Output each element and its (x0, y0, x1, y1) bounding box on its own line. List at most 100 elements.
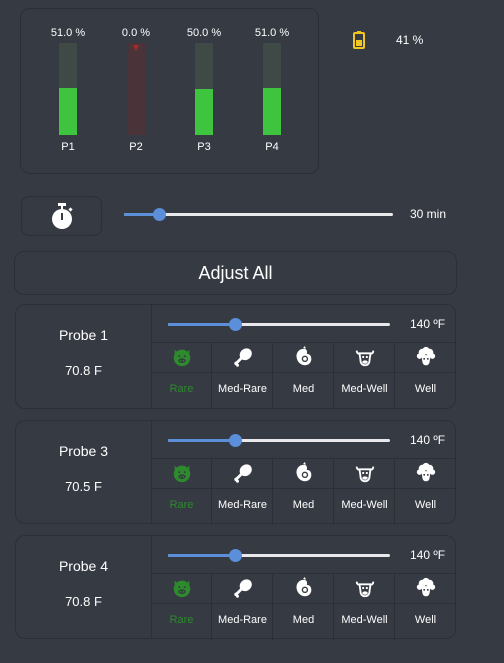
doneness-med-button[interactable]: Med (273, 342, 334, 409)
sheep-icon (395, 462, 456, 486)
probe-bar-track (59, 43, 77, 135)
probe-bar-fill (59, 88, 77, 135)
doneness-rare-button[interactable]: Rare (151, 342, 212, 409)
doneness-label: Med (292, 499, 315, 511)
probe-bar-label: P2 (129, 141, 143, 153)
doneness-label: Med-Well (341, 614, 388, 626)
divider (334, 488, 395, 489)
chicken-icon (273, 577, 334, 601)
doneness-label: Well (414, 499, 437, 511)
divider (151, 488, 212, 489)
doneness-label: Med-Well (341, 383, 388, 395)
chicken-icon (273, 346, 334, 370)
doneness-label: Med (292, 614, 315, 626)
probe-info: Probe 3 70.5 F (16, 421, 152, 523)
drumstick-icon (212, 577, 273, 601)
probe-info: Probe 4 70.8 F (16, 536, 152, 638)
probe-bar-p2: 0.0 % P2 (116, 9, 156, 175)
probe-bar-track (195, 43, 213, 135)
divider (151, 372, 212, 373)
probe-levels-card: 51.0 % P1 0.0 % P2 50.0 % P3 51.0 % P4 (20, 8, 319, 174)
probe-temperature: 70.8 F (65, 594, 102, 609)
divider (334, 372, 395, 373)
doneness-label: Med (292, 383, 315, 395)
doneness-rare-button[interactable]: Rare (151, 458, 212, 525)
probe-target-slider-thumb[interactable] (228, 549, 242, 562)
probe-bar-track (263, 43, 281, 135)
divider (395, 488, 456, 489)
probe-bar-p4: 51.0 % P4 (252, 9, 292, 175)
drumstick-icon (212, 346, 273, 370)
doneness-label: Well (414, 383, 437, 395)
doneness-label: Rare (169, 614, 194, 626)
sheep-icon (395, 346, 456, 370)
timer-button[interactable] (21, 196, 102, 236)
divider (395, 372, 456, 373)
doneness-med-rare-button[interactable]: Med-Rare (212, 458, 273, 525)
doneness-label: Med-Rare (218, 499, 267, 511)
probe-name: Probe 3 (58, 443, 109, 459)
doneness-label: Med-Rare (218, 614, 267, 626)
doneness-med-button[interactable]: Med (273, 573, 334, 640)
doneness-rare-button[interactable]: Rare (151, 573, 212, 640)
timer-value: 30 min (410, 207, 447, 221)
doneness-med-well-button[interactable]: Med-Well (334, 342, 395, 409)
probe-target-slider-thumb[interactable] (228, 318, 242, 331)
chicken-icon (273, 462, 334, 486)
doneness-well-button[interactable]: Well (395, 458, 456, 525)
probe-bar-track (127, 43, 145, 135)
probe-temperature: 70.8 F (65, 363, 102, 378)
probe-info: Probe 1 70.8 F (16, 305, 152, 408)
cow-icon (334, 577, 395, 601)
probe-bar-label: P4 (265, 141, 279, 153)
probe-target-slider[interactable] (168, 318, 390, 331)
sheep-icon (395, 577, 456, 601)
divider (212, 488, 273, 489)
drumstick-icon (212, 462, 273, 486)
doneness-label: Rare (169, 383, 194, 395)
pig-icon (151, 346, 212, 370)
divider (273, 603, 334, 604)
doneness-med-rare-button[interactable]: Med-Rare (212, 342, 273, 409)
probe-target-temp: 140 ºF (410, 433, 446, 447)
adjust-all-label: Adjust All (198, 262, 273, 283)
timer-slider[interactable] (124, 208, 393, 221)
probe-card-probe-1: Probe 1 70.8 F 140 ºF Rare Med-Rare Med Med-We… (15, 304, 456, 409)
probe-target-slider-fill (168, 554, 235, 557)
pig-icon (151, 577, 212, 601)
probe-target-slider-thumb[interactable] (228, 434, 242, 447)
probe-bar-percent: 51.0 % (254, 27, 290, 39)
probe-bar-label: P1 (61, 141, 75, 153)
probe-target-temp: 140 ºF (410, 317, 446, 331)
doneness-label: Med-Rare (218, 383, 267, 395)
adjust-all-button[interactable]: Adjust All (14, 251, 457, 295)
doneness-med-button[interactable]: Med (273, 458, 334, 525)
probe-bar-percent: 0.0 % (121, 27, 151, 39)
probe-bar-marker (133, 45, 139, 51)
probe-target-slider[interactable] (168, 434, 390, 447)
doneness-well-button[interactable]: Well (395, 573, 456, 640)
timer-slider-thumb[interactable] (152, 208, 166, 221)
doneness-med-well-button[interactable]: Med-Well (334, 458, 395, 525)
divider (334, 603, 395, 604)
doneness-well-button[interactable]: Well (395, 342, 456, 409)
doneness-med-well-button[interactable]: Med-Well (334, 573, 395, 640)
probe-target-slider-fill (168, 323, 235, 326)
probe-target-slider-fill (168, 439, 235, 442)
divider (151, 603, 212, 604)
probe-bar-percent: 50.0 % (186, 27, 222, 39)
probe-temperature: 70.5 F (65, 479, 102, 494)
probe-card-probe-4: Probe 4 70.8 F 140 ºF Rare Med-Rare Med Med-We… (15, 535, 456, 640)
doneness-grid: Rare Med-Rare Med Med-Well Well (151, 342, 456, 409)
probe-bar-fill (263, 88, 281, 135)
doneness-grid: Rare Med-Rare Med Med-Well Well (151, 458, 456, 525)
doneness-med-rare-button[interactable]: Med-Rare (212, 573, 273, 640)
probe-target-slider[interactable] (168, 549, 390, 562)
probe-bar-p1: 51.0 % P1 (48, 9, 88, 175)
battery-icon (353, 31, 365, 49)
divider (273, 488, 334, 489)
doneness-label: Rare (169, 499, 194, 511)
divider (212, 603, 273, 604)
divider (212, 372, 273, 373)
probe-target-temp: 140 ºF (410, 548, 446, 562)
